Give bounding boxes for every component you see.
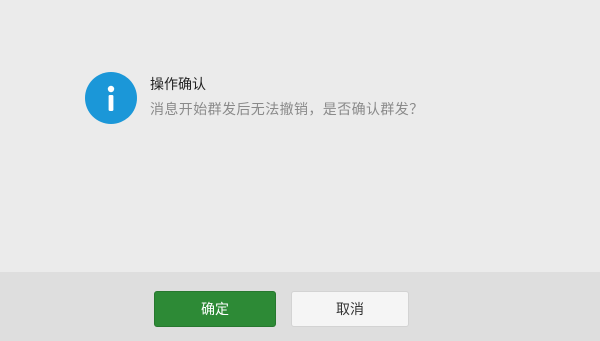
cancel-button[interactable]: 取消 <box>291 291 409 327</box>
confirm-button[interactable]: 确定 <box>154 291 276 327</box>
info-icon <box>85 72 137 124</box>
info-glyph <box>107 85 115 111</box>
dialog-body: 操作确认 消息开始群发后无法撤销，是否确认群发？ <box>0 0 600 272</box>
dialog-footer: 确定 取消 <box>0 272 600 341</box>
dialog-message: 消息开始群发后无法撤销，是否确认群发？ <box>150 102 424 118</box>
dialog-title: 操作确认 <box>150 77 206 93</box>
confirm-dialog: 操作确认 消息开始群发后无法撤销，是否确认群发？ 确定 取消 <box>0 0 600 341</box>
